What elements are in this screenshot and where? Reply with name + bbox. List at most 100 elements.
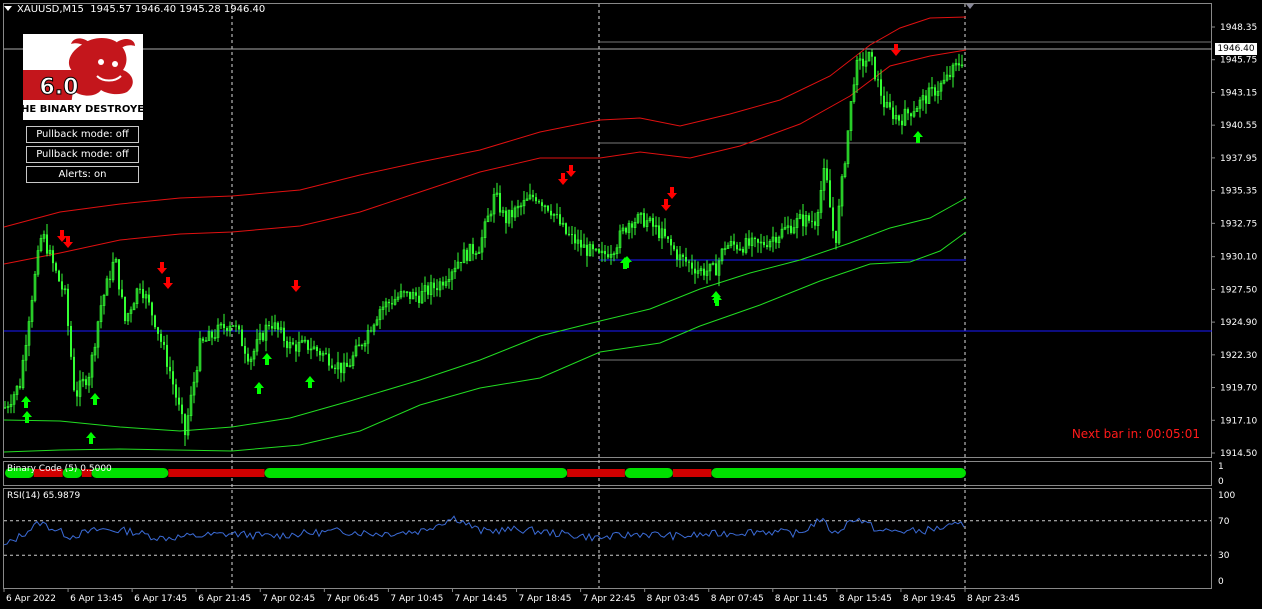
time-tick-label: 8 Apr 23:45 bbox=[967, 594, 1020, 604]
candle-body bbox=[370, 330, 372, 332]
dropdown-triangle-icon[interactable] bbox=[4, 6, 12, 11]
candle-body bbox=[427, 285, 429, 295]
candle-body bbox=[328, 353, 330, 366]
candle-body bbox=[631, 223, 633, 228]
candle-body bbox=[532, 194, 534, 198]
time-tick-label: 6 Apr 21:45 bbox=[198, 594, 251, 604]
candle-body bbox=[211, 331, 213, 338]
price-tick-label: 1927.50 bbox=[1220, 285, 1257, 295]
candle-body bbox=[460, 262, 462, 264]
time-tick-label: 7 Apr 22:45 bbox=[583, 594, 636, 604]
candle-body bbox=[757, 239, 759, 243]
candle-body bbox=[418, 295, 420, 303]
price-tick-label: 1940.55 bbox=[1220, 121, 1257, 131]
candle-body bbox=[169, 366, 171, 372]
time-tick-label: 7 Apr 14:45 bbox=[454, 594, 507, 604]
candle-body bbox=[154, 315, 156, 328]
alerts-toggle-button[interactable]: Alerts: on bbox=[26, 166, 139, 183]
candle-body bbox=[292, 342, 294, 345]
candle-body bbox=[673, 245, 675, 250]
candle-body bbox=[949, 74, 951, 77]
candle-body bbox=[181, 404, 183, 415]
time-tick-label: 6 Apr 2022 bbox=[6, 594, 56, 604]
candle-body bbox=[880, 79, 882, 96]
rsi-tick-label: 30 bbox=[1218, 551, 1230, 561]
candle-body bbox=[958, 63, 960, 66]
candle-body bbox=[391, 303, 393, 305]
price-tick-label: 1917.10 bbox=[1220, 416, 1257, 426]
candle-body bbox=[829, 180, 831, 208]
pullback-mode-button-2[interactable]: Pullback mode: off bbox=[26, 146, 139, 163]
symbol-label: XAUUSD,M15 bbox=[17, 4, 84, 15]
candle-body bbox=[46, 234, 48, 254]
candle-body bbox=[76, 390, 78, 397]
candle-body bbox=[160, 333, 162, 342]
candle-body bbox=[511, 210, 513, 218]
candle-body bbox=[568, 233, 570, 235]
candle-body bbox=[331, 365, 333, 368]
logo-version-text: 6.0 bbox=[40, 75, 79, 100]
candle-body bbox=[148, 294, 150, 303]
candle-body bbox=[571, 234, 573, 236]
candle-body bbox=[580, 239, 582, 248]
candle-body bbox=[316, 346, 318, 351]
chart-header: XAUUSD,M15 1945.57 1946.40 1945.28 1946.… bbox=[4, 4, 265, 15]
candle-body bbox=[607, 254, 609, 258]
time-tick-label: 8 Apr 07:45 bbox=[711, 594, 764, 604]
candle-body bbox=[625, 227, 627, 233]
candle-body bbox=[121, 289, 123, 297]
logo-brand-text: THE BINARY DESTROYER bbox=[23, 104, 143, 115]
candle-body bbox=[934, 87, 936, 96]
candle-body bbox=[835, 230, 837, 243]
candle-body bbox=[241, 329, 243, 347]
candle-body bbox=[55, 263, 57, 271]
price-tick-label: 1948.35 bbox=[1220, 23, 1257, 33]
candle-body bbox=[61, 281, 63, 290]
time-tick-label: 7 Apr 18:45 bbox=[519, 594, 572, 604]
candle-body bbox=[763, 242, 765, 246]
binary-segment-red bbox=[672, 469, 712, 477]
candle-body bbox=[574, 234, 576, 244]
ohlc-values: 1945.57 1946.40 1945.28 1946.40 bbox=[90, 4, 266, 15]
candle-body bbox=[925, 95, 927, 104]
candle-body bbox=[295, 344, 297, 352]
candle-body bbox=[541, 202, 543, 206]
candle-body bbox=[877, 79, 879, 81]
candle-body bbox=[226, 328, 228, 331]
next-bar-timer: Next bar in: 00:05:01 bbox=[1071, 427, 1200, 441]
candle-body bbox=[268, 325, 270, 327]
candle-body bbox=[235, 325, 237, 327]
candle-body bbox=[58, 270, 60, 282]
candle-body bbox=[703, 268, 705, 276]
pullback-mode-button-1[interactable]: Pullback mode: off bbox=[26, 126, 139, 143]
candle-body bbox=[19, 386, 21, 388]
candle-body bbox=[175, 384, 177, 398]
candle-body bbox=[442, 281, 444, 286]
price-tick-label: 1919.70 bbox=[1220, 384, 1257, 394]
candle-body bbox=[535, 197, 537, 202]
candle-body bbox=[163, 341, 165, 345]
candle-body bbox=[124, 296, 126, 321]
candle-body bbox=[892, 107, 894, 119]
candle-body bbox=[808, 215, 810, 221]
price-tick-label: 1924.90 bbox=[1220, 318, 1257, 328]
candle-body bbox=[334, 367, 336, 370]
candle-body bbox=[118, 259, 120, 290]
candle-body bbox=[403, 291, 405, 293]
binary-segment-green bbox=[711, 468, 966, 478]
chart-canvas[interactable]: 1948.35 1945.75 1943.15 1940.55 1937.95 1935.… bbox=[0, 0, 1262, 609]
candle-body bbox=[658, 225, 660, 238]
candle-body bbox=[742, 249, 744, 253]
bull-logo-icon: 6.0 THE BINARY DESTROYER bbox=[23, 34, 143, 120]
candle-body bbox=[766, 245, 768, 247]
candle-body bbox=[598, 249, 600, 253]
candle-body bbox=[733, 241, 735, 245]
candle-body bbox=[592, 244, 594, 250]
rsi-tick-label: 70 bbox=[1218, 517, 1230, 527]
price-tick-label: 1935.35 bbox=[1220, 187, 1257, 197]
candle-body bbox=[178, 397, 180, 405]
candle-body bbox=[184, 414, 186, 436]
candle-body bbox=[277, 322, 279, 330]
candle-body bbox=[550, 210, 552, 216]
price-tick-label: 1932.75 bbox=[1220, 219, 1257, 229]
